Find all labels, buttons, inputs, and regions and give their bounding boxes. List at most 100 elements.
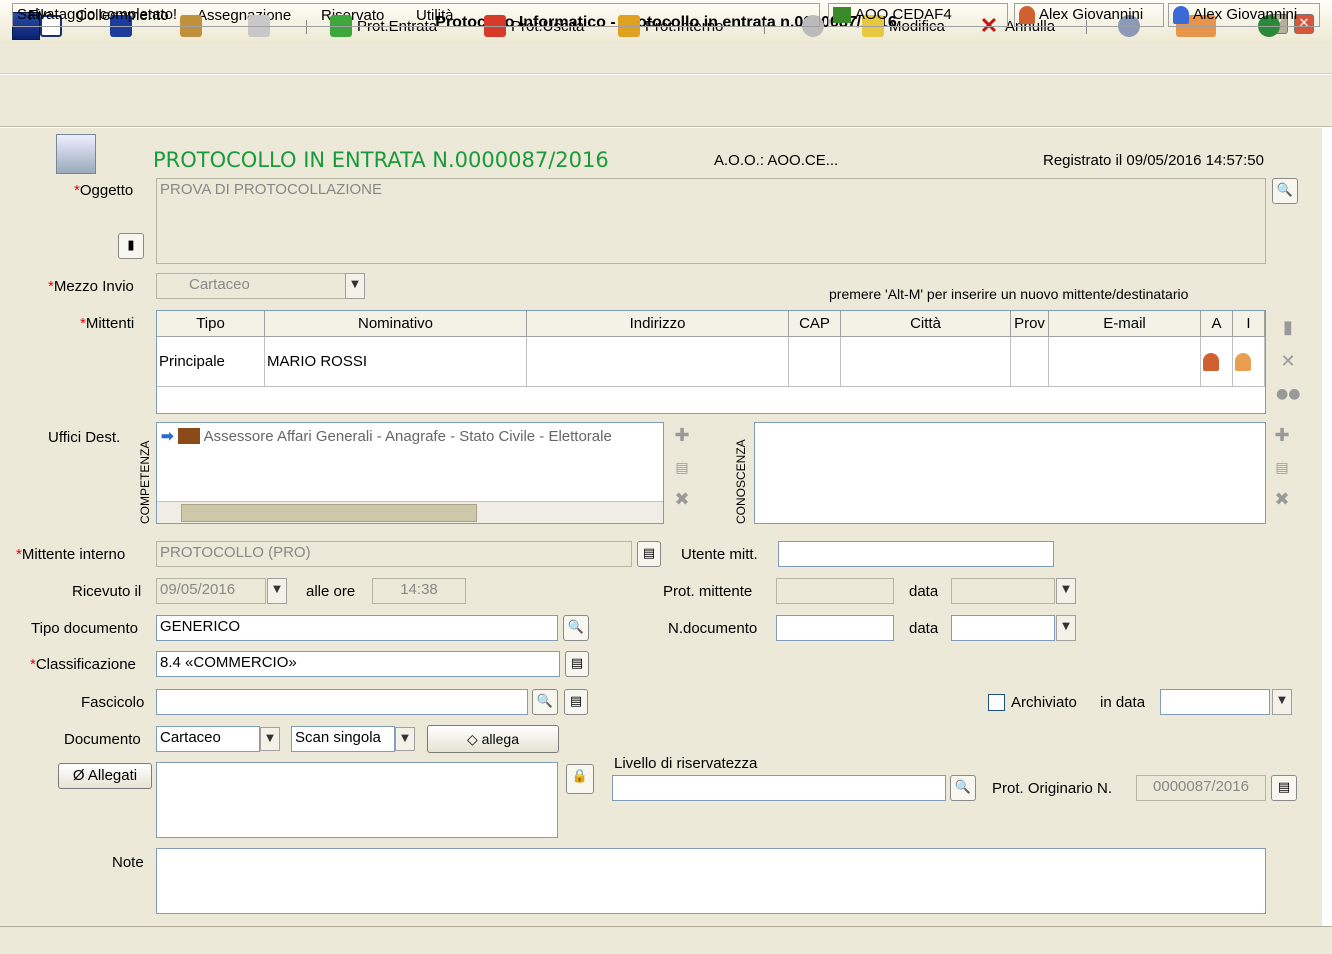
oggetto-field[interactable]: PROVA DI PROTOCOLLAZIONE xyxy=(156,178,1266,264)
chevron-down-icon[interactable]: ▼ xyxy=(1056,578,1076,604)
chevron-down-icon[interactable]: ▼ xyxy=(395,727,415,751)
chevron-down-icon[interactable]: ▼ xyxy=(1272,689,1292,715)
data-label: data xyxy=(909,583,939,600)
tree-icon[interactable]: ▤ xyxy=(1271,775,1297,801)
group-icon[interactable]: ●● xyxy=(1276,382,1300,406)
tipo-documento-label: Tipo documento xyxy=(31,620,139,637)
prot-mittente-field[interactable] xyxy=(776,578,894,604)
remove-icon[interactable]: ✖ xyxy=(670,488,694,512)
grid-header-nominativo[interactable]: Nominativo xyxy=(265,311,527,337)
arrow-right-icon: ➡ xyxy=(161,428,174,445)
classificazione-field[interactable]: 8.4 «COMMERCIO» xyxy=(156,651,560,677)
mittente-interno-field[interactable]: PROTOCOLLO (PRO) xyxy=(156,541,632,567)
alle-ore-field[interactable]: 14:38 xyxy=(372,578,466,604)
utente-mitt-label: Utente mitt. xyxy=(681,546,758,563)
tipo-documento-field[interactable]: GENERICO xyxy=(156,615,558,641)
search-icon[interactable]: 🔍 xyxy=(1272,178,1298,204)
status-aoo: AOO.CEDAF4 xyxy=(828,3,1008,27)
person-icon[interactable] xyxy=(1201,337,1233,387)
search-icon[interactable]: 🔍 xyxy=(563,615,589,641)
ricevuto-il-label: Ricevuto il xyxy=(72,583,142,600)
grid-header-indirizzo[interactable]: Indirizzo xyxy=(527,311,789,337)
lock-icon[interactable]: 🔒 xyxy=(566,764,594,794)
utente-mitt-field[interactable] xyxy=(778,541,1054,567)
aoo-label: A.O.O.: AOO.CE... xyxy=(714,152,839,169)
fascicolo-field[interactable] xyxy=(156,689,528,715)
grid-cell-prov[interactable] xyxy=(1011,337,1049,387)
classificazione-label: *Classificazione xyxy=(30,656,136,673)
note-field[interactable] xyxy=(156,848,1266,914)
search-icon[interactable]: 🔍 xyxy=(950,775,976,801)
info-person-icon[interactable] xyxy=(1233,337,1265,387)
attach-icon: ◇ xyxy=(466,731,482,747)
ricevuto-il-field[interactable]: 09/05/2016 xyxy=(156,578,266,604)
allegati-button[interactable]: Ø Allegati xyxy=(58,763,152,789)
n-documento-field[interactable] xyxy=(776,615,894,641)
tree-icon[interactable]: ▤ xyxy=(637,541,661,567)
scrollbar-thumb[interactable] xyxy=(181,504,477,522)
tree-icon[interactable]: ▤ xyxy=(1270,456,1294,480)
book-button[interactable]: ▮ xyxy=(118,233,144,259)
mittenti-grid[interactable]: Tipo Nominativo Indirizzo CAP Città Prov… xyxy=(156,310,1266,414)
livello-riservatezza-label: Livello di riservatezza xyxy=(614,755,758,772)
user-info-icon xyxy=(1173,6,1189,24)
grid-cell-email[interactable] xyxy=(1049,337,1201,387)
grid-cell-citta[interactable] xyxy=(841,337,1011,387)
left-edge xyxy=(0,128,10,954)
competenza-label: COMPETENZA xyxy=(138,440,152,524)
grid-cell-cap[interactable] xyxy=(789,337,841,387)
aoo-icon xyxy=(833,7,851,23)
allegati-list[interactable] xyxy=(156,762,558,838)
livello-riservatezza-field[interactable] xyxy=(612,775,946,801)
grid-header-cap[interactable]: CAP xyxy=(789,311,841,337)
status-message: Salvataggio completato! xyxy=(12,3,820,27)
n-documento-data-field[interactable] xyxy=(951,615,1055,641)
scan-select[interactable]: Scan singola xyxy=(291,726,395,752)
grid-header-i[interactable]: I xyxy=(1233,311,1265,337)
chevron-down-icon[interactable]: ▼ xyxy=(267,578,287,604)
horizontal-scrollbar[interactable] xyxy=(157,501,663,523)
oggetto-label: *Oggetto xyxy=(74,182,134,199)
archiviato-checkbox[interactable] xyxy=(988,694,1005,711)
status-aoo-label: AOO.CEDAF4 xyxy=(855,6,952,23)
user-icon xyxy=(1019,6,1035,24)
documento-select[interactable]: Cartaceo xyxy=(156,726,260,752)
conoscenza-list[interactable] xyxy=(754,422,1266,524)
remove-icon[interactable]: ✖ xyxy=(1270,488,1294,512)
prot-originario-field[interactable]: 0000087/2016 xyxy=(1136,775,1266,801)
plus-icon[interactable]: ✚ xyxy=(670,424,694,448)
mezzo-invio-label: *Mezzo Invio xyxy=(48,278,134,295)
grid-header-prov[interactable]: Prov xyxy=(1011,311,1049,337)
fascicolo-label: Fascicolo xyxy=(81,694,145,711)
chevron-down-icon[interactable]: ▼ xyxy=(345,273,365,299)
tree-icon[interactable]: ▤ xyxy=(564,689,588,715)
grid-cell-indirizzo[interactable] xyxy=(527,337,789,387)
grid-cell-nominativo[interactable]: MARIO ROSSI xyxy=(265,337,527,387)
paperclip-icon: Ø xyxy=(72,767,88,784)
grid-header-citta[interactable]: Città xyxy=(841,311,1011,337)
competenza-list[interactable]: ➡ Assessore Affari Generali - Anagrafe -… xyxy=(156,422,664,524)
plus-icon[interactable]: ✚ xyxy=(1270,424,1294,448)
prot-mittente-label: Prot. mittente xyxy=(663,583,753,600)
status-user2-label: Alex Giovannini xyxy=(1193,6,1298,23)
grid-cell-tipo[interactable]: Principale xyxy=(157,337,265,387)
mezzo-invio-select[interactable]: Cartaceo xyxy=(156,273,346,299)
tree-icon[interactable]: ▤ xyxy=(670,456,694,480)
competenza-item-label: Assessore Affari Generali - Anagrafe - S… xyxy=(203,427,612,445)
document-icon[interactable]: ▮ xyxy=(1276,316,1300,340)
tree-icon[interactable]: ▤ xyxy=(565,651,589,677)
chevron-down-icon[interactable]: ▼ xyxy=(260,727,280,751)
allega-button[interactable]: ◇ allega xyxy=(427,725,559,753)
desk-icon xyxy=(177,428,200,444)
prot-mittente-data-field[interactable] xyxy=(951,578,1055,604)
delete-icon[interactable]: ✕ xyxy=(1276,350,1300,374)
competenza-item[interactable]: ➡ Assessore Affari Generali - Anagrafe -… xyxy=(157,423,663,449)
grid-header-tipo[interactable]: Tipo xyxy=(157,311,265,337)
chevron-down-icon[interactable]: ▼ xyxy=(1056,615,1076,641)
grid-header-email[interactable]: E-mail xyxy=(1049,311,1201,337)
search-icon[interactable]: 🔍 xyxy=(532,689,558,715)
note-label: Note xyxy=(112,854,144,871)
archiviato-data-field[interactable] xyxy=(1160,689,1270,715)
grid-header-a[interactable]: A xyxy=(1201,311,1233,337)
in-data-label: in data xyxy=(1100,694,1146,711)
